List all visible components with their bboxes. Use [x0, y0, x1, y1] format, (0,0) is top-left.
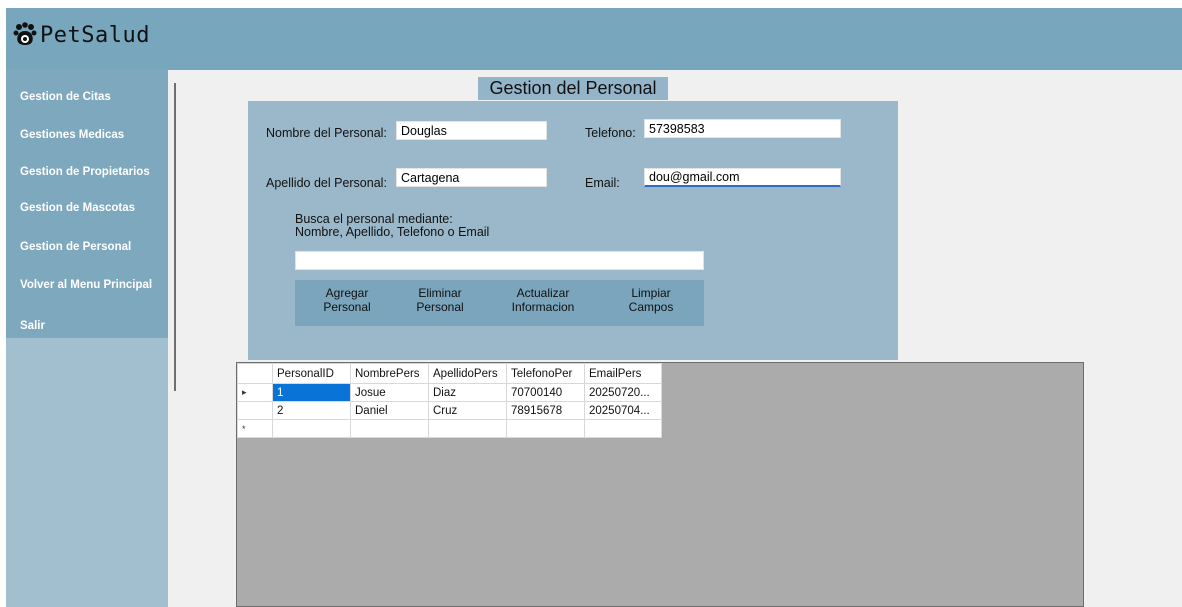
sidebar: Gestion de Citas Gestiones Medicas Gesti… — [6, 70, 168, 607]
apellido-input[interactable] — [396, 168, 547, 187]
app-title: PetSalud — [40, 22, 150, 48]
data-grid: PersonalID NombrePers ApellidoPers Telef… — [236, 362, 1084, 607]
search-hint-line2: Nombre, Apellido, Telefono o Email — [295, 225, 490, 239]
search-input[interactable] — [295, 251, 704, 270]
delete-staff-button[interactable]: Eliminar Personal — [400, 286, 480, 314]
column-header[interactable]: PersonalID — [272, 363, 351, 384]
column-header[interactable]: TelefonoPer — [506, 363, 585, 384]
table-row-new[interactable]: * — [237, 419, 662, 438]
table-cell[interactable]: 2 — [272, 401, 351, 420]
clear-fields-label-2: Campos — [628, 300, 674, 314]
column-header[interactable]: ApellidoPers — [428, 363, 507, 384]
table-cell[interactable]: Cruz — [428, 401, 507, 420]
telefono-input[interactable] — [644, 119, 841, 138]
sidebar-item-citas[interactable]: Gestion de Citas — [20, 91, 111, 103]
button-bar: Agregar Personal Eliminar Personal Actua… — [295, 280, 704, 326]
table-cell[interactable] — [584, 419, 662, 438]
clear-fields-label-1: Limpiar — [631, 286, 671, 300]
table-cell[interactable]: Daniel — [350, 401, 429, 420]
clear-fields-button[interactable]: Limpiar Campos — [611, 286, 691, 314]
table-row[interactable]: 2 Daniel Cruz 78915678 20250704... — [237, 401, 662, 420]
email-input[interactable] — [644, 168, 841, 187]
search-hint-line1: Busca el personal mediante: — [295, 212, 453, 226]
page-title: Gestion del Personal — [478, 77, 668, 100]
table-cell[interactable] — [428, 419, 507, 438]
add-staff-label-2: Personal — [323, 300, 371, 314]
table-cell[interactable]: 78915678 — [506, 401, 585, 420]
paw-icon — [13, 22, 37, 45]
update-info-label-2: Informacion — [511, 300, 575, 314]
table-cell[interactable]: 20250704... — [584, 401, 662, 420]
row-indicator[interactable]: * — [237, 419, 273, 438]
table-cell[interactable]: Josue — [350, 383, 429, 402]
table-header-row: PersonalID NombrePers ApellidoPers Telef… — [237, 363, 662, 384]
email-label: Email: — [585, 176, 620, 190]
table-cell[interactable]: 20250720... — [584, 383, 662, 402]
app-window: PetSalud Gestion de Citas Gestiones Medi… — [6, 8, 1182, 607]
table-cell[interactable] — [506, 419, 585, 438]
column-header[interactable]: NombrePers — [350, 363, 429, 384]
header: PetSalud — [6, 8, 1182, 70]
apellido-label: Apellido del Personal: — [266, 176, 387, 190]
table-cell[interactable] — [272, 419, 351, 438]
sidebar-item-propietarios[interactable]: Gestion de Propietarios — [20, 166, 150, 178]
delete-staff-label-2: Personal — [416, 300, 464, 314]
divider — [174, 83, 176, 391]
table-row[interactable]: ▸ 1 Josue Diaz 70700140 20250720... — [237, 383, 662, 402]
row-indicator[interactable]: ▸ — [237, 383, 273, 402]
row-indicator[interactable] — [237, 401, 273, 420]
sidebar-item-mascotas[interactable]: Gestion de Mascotas — [20, 202, 135, 214]
update-info-label-1: Actualizar — [516, 286, 570, 300]
table-cell[interactable]: 70700140 — [506, 383, 585, 402]
logo: PetSalud — [12, 22, 150, 48]
nombre-input[interactable] — [396, 121, 547, 140]
add-staff-button[interactable]: Agregar Personal — [307, 286, 387, 314]
row-header-corner — [237, 363, 273, 384]
update-info-button[interactable]: Actualizar Informacion — [503, 286, 583, 314]
add-staff-label-1: Agregar — [325, 286, 369, 300]
telefono-label: Telefono: — [585, 126, 636, 140]
table-cell[interactable]: 1 — [272, 383, 351, 402]
sidebar-item-personal[interactable]: Gestion de Personal — [20, 241, 131, 253]
nombre-label: Nombre del Personal: — [266, 126, 387, 140]
delete-staff-label-1: Eliminar — [418, 286, 462, 300]
sidebar-item-salir[interactable]: Salir — [20, 320, 45, 332]
table-cell[interactable]: Diaz — [428, 383, 507, 402]
sidebar-item-medicas[interactable]: Gestiones Medicas — [20, 129, 124, 141]
staff-table: PersonalID NombrePers ApellidoPers Telef… — [237, 363, 662, 438]
table-cell[interactable] — [350, 419, 429, 438]
sidebar-item-menu-principal[interactable]: Volver al Menu Principal — [20, 279, 152, 291]
form-panel: Nombre del Personal: Telefono: Apellido … — [248, 101, 898, 360]
column-header[interactable]: EmailPers — [584, 363, 662, 384]
